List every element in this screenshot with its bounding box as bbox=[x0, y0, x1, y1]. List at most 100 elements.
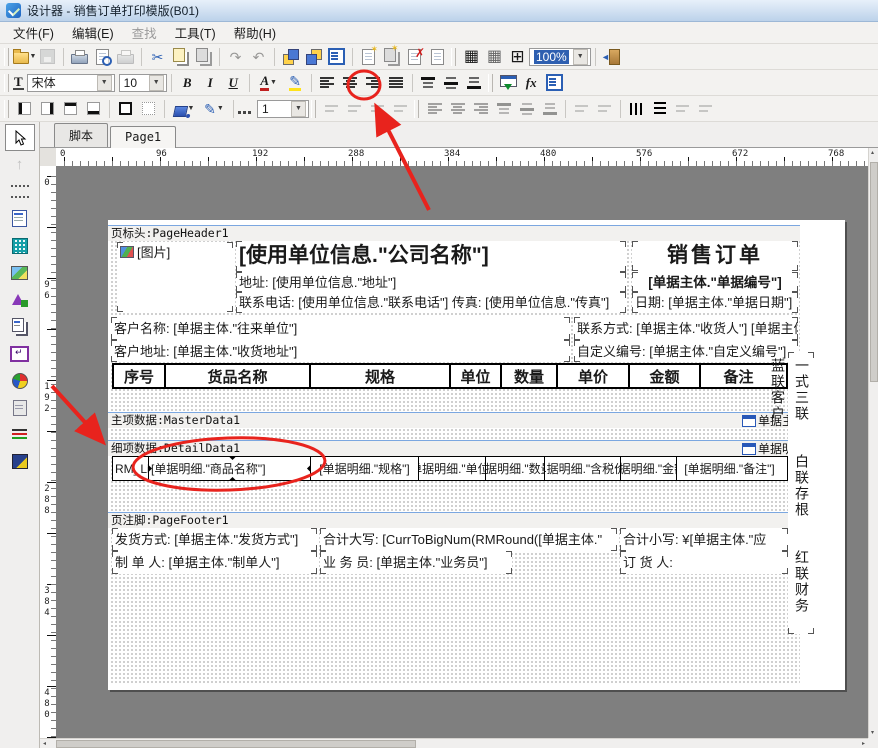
align-bottoms-button[interactable] bbox=[538, 98, 561, 120]
align-justify-button[interactable] bbox=[385, 72, 408, 94]
toolbar-grip[interactable] bbox=[414, 100, 419, 118]
scroll-down-icon[interactable]: ▾ bbox=[871, 728, 874, 738]
new-dialog-button[interactable] bbox=[380, 46, 403, 68]
line-color-button[interactable]: ✎▼ bbox=[199, 98, 229, 120]
band-detail-data[interactable]: 细项数据:DetailData1 单据明细 bbox=[108, 440, 800, 456]
remove-band-button[interactable] bbox=[343, 98, 366, 120]
zoom-dropdown-icon[interactable]: ▼ bbox=[573, 49, 588, 65]
column-header[interactable]: 金额 bbox=[630, 365, 701, 387]
design-canvas[interactable]: 页标头:PageHeader1 [图片] [使用单位信息."公司名称"] 销售订… bbox=[56, 166, 868, 738]
menu-item[interactable]: 工具(T) bbox=[166, 21, 225, 44]
fill-color-button[interactable]: ▼ bbox=[169, 98, 199, 120]
field-image-placeholder[interactable]: [图片] bbox=[117, 242, 233, 312]
copy-button[interactable] bbox=[169, 46, 192, 68]
detail-cell-amount[interactable]: [单据明细."金额"] bbox=[621, 457, 677, 480]
column-header[interactable]: 货品名称 bbox=[166, 365, 311, 387]
border-top-button[interactable] bbox=[59, 98, 82, 120]
field-doc-number[interactable]: [单据主体."单据编号"] bbox=[632, 272, 798, 292]
chart-component-button[interactable] bbox=[5, 367, 35, 394]
menu-item[interactable]: 查找 bbox=[123, 21, 166, 44]
cut-button[interactable]: ✂ bbox=[146, 46, 169, 68]
print-preview-button[interactable] bbox=[91, 46, 114, 68]
border-bottom-button[interactable] bbox=[82, 98, 105, 120]
line-width-dropdown-icon[interactable]: ▼ bbox=[291, 101, 306, 117]
vertical-scrollbar[interactable]: ▴ ▾ bbox=[868, 148, 878, 738]
align-left-button[interactable] bbox=[316, 72, 339, 94]
report-page[interactable]: 页标头:PageHeader1 [图片] [使用单位信息."公司名称"] 销售订… bbox=[108, 220, 845, 690]
detail-row[interactable]: RM_Li [单据明细."商品名称"] [单据明细."规格"] [单据明细."单… bbox=[112, 456, 788, 481]
column-header[interactable]: 备注 bbox=[701, 365, 776, 387]
column-header[interactable]: 规格 bbox=[311, 365, 451, 387]
toolbar-grip[interactable] bbox=[451, 48, 456, 66]
horizontal-scroll-thumb[interactable] bbox=[56, 740, 416, 748]
border-right-button[interactable] bbox=[36, 98, 59, 120]
detail-cell-lineno[interactable]: RM_Li bbox=[113, 457, 149, 480]
tab-page1[interactable]: Page1 bbox=[110, 126, 176, 148]
print-setup-button[interactable] bbox=[114, 46, 137, 68]
menu-item[interactable]: 帮助(H) bbox=[225, 21, 285, 44]
band-page-footer[interactable]: 页注脚:PageFooter1 bbox=[108, 512, 800, 528]
toolbar-grip[interactable] bbox=[4, 48, 9, 66]
field-phone-fax[interactable]: 联系电话: [使用单位信息."联系电话"] 传真: [使用单位信息."传真"] bbox=[236, 292, 626, 313]
detail-cell-unit[interactable]: [单据明细."单位"] bbox=[419, 457, 486, 480]
text-component-button[interactable] bbox=[5, 205, 35, 232]
properties-button[interactable] bbox=[325, 46, 348, 68]
blank-page-button[interactable] bbox=[426, 46, 449, 68]
same-height-button[interactable] bbox=[648, 98, 671, 120]
field-customer-name[interactable]: 客户名称: [单据主体."往来单位"] bbox=[111, 317, 570, 340]
column-header[interactable]: 数量 bbox=[502, 365, 558, 387]
font-size-dropdown-icon[interactable]: ▼ bbox=[149, 75, 164, 91]
send-to-back-button[interactable] bbox=[302, 46, 325, 68]
font-color-button[interactable]: A▼ bbox=[254, 72, 284, 94]
band-page-header[interactable]: 页标头:PageHeader1 bbox=[108, 225, 800, 241]
field-contact[interactable]: 联系方式: [单据主体."收货人"] [单据主体."收货人电话"] bbox=[574, 317, 798, 340]
border-none-button[interactable] bbox=[137, 98, 160, 120]
vertical-scroll-thumb[interactable] bbox=[870, 162, 878, 382]
detail-cell-memo[interactable]: [单据明细."备注"] bbox=[677, 457, 782, 480]
align-lefts-button[interactable] bbox=[423, 98, 446, 120]
undo-button[interactable]: ↶ bbox=[247, 46, 270, 68]
align-rights-button[interactable] bbox=[469, 98, 492, 120]
zoom-select[interactable]: 100% ▼ bbox=[529, 48, 591, 66]
menu-item[interactable]: 编辑(E) bbox=[63, 21, 123, 44]
valign-top-button[interactable] bbox=[417, 72, 440, 94]
field-salesman[interactable]: 业 务 员: [单据主体."业务员"] bbox=[320, 551, 512, 574]
underline-button[interactable]: U bbox=[222, 72, 245, 94]
bring-to-front-button[interactable] bbox=[279, 46, 302, 68]
tab-script[interactable]: 脚本 bbox=[54, 123, 108, 147]
snap-to-grid-button[interactable]: ▦ bbox=[483, 46, 506, 68]
print-button[interactable] bbox=[68, 46, 91, 68]
richtext-component-button[interactable] bbox=[5, 313, 35, 340]
font-size-select[interactable]: 10 ▼ bbox=[119, 74, 167, 92]
ole-component-button[interactable] bbox=[5, 394, 35, 421]
italic-button[interactable]: I bbox=[199, 72, 222, 94]
field-total-words[interactable]: 合计大写: [CurrToBigNum(RMRound([单据主体." bbox=[320, 528, 617, 551]
column-header[interactable]: 单位 bbox=[451, 365, 502, 387]
open-button[interactable]: ▼ bbox=[13, 46, 36, 68]
show-grid-button[interactable]: ▦ bbox=[460, 46, 483, 68]
field-doc-title[interactable]: 销售订单 bbox=[632, 241, 798, 271]
align-right-button[interactable] bbox=[362, 72, 385, 94]
toolbar-grip[interactable] bbox=[4, 74, 9, 92]
paste-button[interactable] bbox=[192, 46, 215, 68]
bold-button[interactable]: B bbox=[176, 72, 199, 94]
column-header[interactable]: 序号 bbox=[114, 365, 166, 387]
field-ship-method[interactable]: 发货方式: [单据主体."发货方式"] bbox=[112, 528, 317, 551]
exit-button[interactable] bbox=[600, 46, 623, 68]
field-address[interactable]: 地址: [使用单位信息."地址"] bbox=[236, 272, 626, 292]
band-component-button[interactable] bbox=[5, 178, 35, 205]
same-width-button[interactable] bbox=[625, 98, 648, 120]
border-left-button[interactable] bbox=[13, 98, 36, 120]
font-name-dropdown-icon[interactable]: ▼ bbox=[97, 75, 112, 91]
align-tops-button[interactable] bbox=[492, 98, 515, 120]
align-centers-button[interactable] bbox=[446, 98, 469, 120]
detail-cell-price[interactable]: [单据明细."含税价"] bbox=[545, 457, 621, 480]
field-total-number[interactable]: 合计小写: ¥[单据主体."应 bbox=[620, 528, 788, 551]
barcode-component-button[interactable] bbox=[5, 448, 35, 475]
image-component-button[interactable] bbox=[5, 259, 35, 286]
line-width-select[interactable]: 1 ▼ bbox=[257, 100, 309, 118]
property-grid-button[interactable] bbox=[543, 72, 566, 94]
field-maker[interactable]: 制 单 人: [单据主体."制单人"] bbox=[112, 551, 317, 574]
field-custom-number[interactable]: 自定义编号: [单据主体."自定义编号"] bbox=[574, 340, 798, 362]
subreport-component-button[interactable] bbox=[5, 340, 35, 367]
